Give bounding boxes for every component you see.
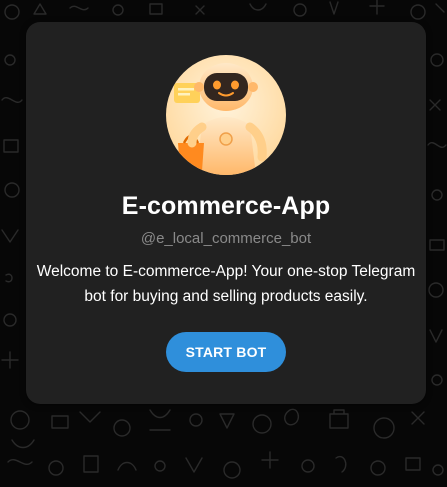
bot-name: E-commerce-App — [121, 192, 331, 220]
bot-info-card: E-commerce-App @e_local_commerce_bot Wel… — [26, 22, 426, 404]
robot-shopping-avatar-icon — [166, 55, 286, 175]
bot-description: Welcome to E-commerce-App! Your one-stop… — [36, 263, 416, 305]
start-bot-button[interactable]: START BOT — [166, 332, 286, 372]
bot-username: @e_local_commerce_bot — [140, 230, 312, 247]
